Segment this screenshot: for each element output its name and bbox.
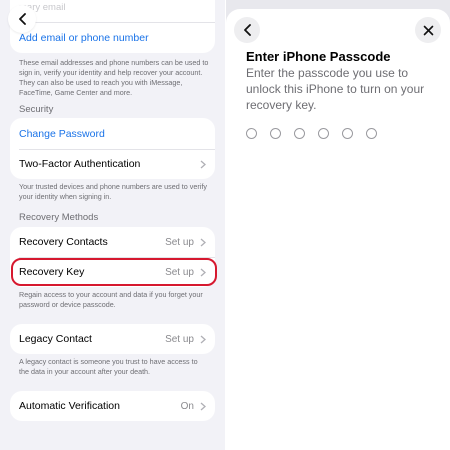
- page-title: Enter iPhone Passcode: [246, 49, 391, 64]
- legacy-contact-row[interactable]: Legacy Contact Set up: [10, 324, 215, 354]
- email-card: mary email Add email or phone number: [10, 0, 215, 53]
- passcode-digit-dot: [270, 128, 281, 139]
- legacy-note: A legacy contact is someone you trust to…: [19, 357, 198, 376]
- passcode-pane: Enter iPhone Passcode Enter the passcode…: [226, 0, 450, 450]
- close-icon: [423, 25, 433, 35]
- chevron-right-icon: [200, 160, 206, 168]
- recovery-key-row[interactable]: Recovery Key Set up: [10, 257, 215, 287]
- automatic-verification-card: Automatic Verification On: [10, 391, 215, 421]
- email-row: mary email: [10, 0, 215, 14]
- faded-email-text: mary email: [19, 1, 66, 13]
- back-button[interactable]: [8, 5, 36, 33]
- page-subtitle: Enter the passcode you use to unlock thi…: [246, 66, 425, 112]
- close-button[interactable]: [415, 17, 441, 43]
- recovery-methods-header: Recovery Methods: [19, 212, 99, 223]
- add-email-button[interactable]: Add email or phone number: [10, 23, 215, 53]
- chevron-right-icon: [200, 268, 206, 276]
- recovery-contacts-row[interactable]: Recovery Contacts Set up: [10, 227, 215, 257]
- security-note: Your trusted devices and phone numbers a…: [19, 182, 207, 201]
- chevron-left-icon: [18, 13, 26, 25]
- legacy-card: Legacy Contact Set up: [10, 324, 215, 354]
- passcode-input[interactable]: [246, 128, 377, 139]
- chevron-right-icon: [200, 238, 206, 246]
- sheet-back-button[interactable]: [234, 17, 260, 43]
- two-factor-row[interactable]: Two-Factor Authentication: [10, 149, 215, 179]
- recovery-card: Recovery Contacts Set up Recovery Key Se…: [10, 227, 215, 287]
- account-settings-pane: mary email Add email or phone number The…: [0, 0, 225, 450]
- passcode-digit-dot: [342, 128, 353, 139]
- passcode-digit-dot: [246, 128, 257, 139]
- passcode-digit-dot: [318, 128, 329, 139]
- chevron-right-icon: [200, 402, 206, 410]
- passcode-digit-dot: [294, 128, 305, 139]
- email-note: These email addresses and phone numbers …: [19, 58, 209, 97]
- security-header: Security: [19, 104, 54, 115]
- recovery-note: Regain access to your account and data i…: [19, 290, 203, 309]
- change-password-button[interactable]: Change Password: [10, 119, 215, 149]
- security-card: Change Password Two-Factor Authenticatio…: [10, 118, 215, 179]
- chevron-right-icon: [200, 335, 206, 343]
- chevron-left-icon: [243, 24, 251, 36]
- automatic-verification-row[interactable]: Automatic Verification On: [10, 391, 215, 421]
- passcode-digit-dot: [366, 128, 377, 139]
